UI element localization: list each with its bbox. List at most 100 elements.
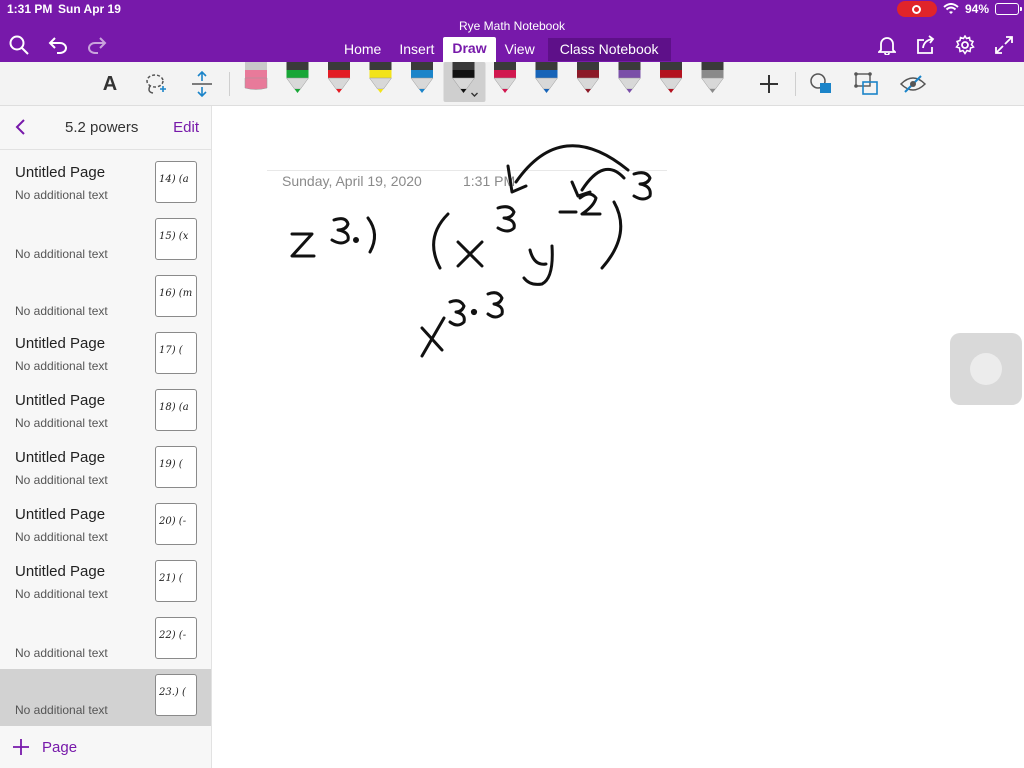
add-pen-icon[interactable] [755,62,783,106]
page-list-item[interactable]: Untitled Page No additional text 17) ( [0,327,211,384]
type-text-tool[interactable]: A [96,62,124,106]
share-icon[interactable] [915,34,937,56]
ink-exponent-3-3 [486,291,504,319]
bell-icon[interactable] [876,34,898,56]
thumbnail-text: 22) (- [159,630,187,641]
page-list-item[interactable]: No additional text 23.) ( [0,669,211,726]
pen-pen-black[interactable] [443,62,486,102]
tab-home[interactable]: Home [335,38,390,61]
gear-icon[interactable] [954,34,976,56]
pen-color-band [286,70,309,78]
ink-letter-z [290,232,316,258]
pen-nib [336,89,342,93]
page-subtitle: No additional text [15,247,108,261]
pen-highlighter-blue[interactable] [410,62,434,93]
ink-to-shape-icon[interactable] [852,62,882,106]
page-list-item[interactable]: Untitled Page No additional text 20) (- [0,498,211,555]
pen-pen-crimson[interactable] [659,62,683,93]
floating-scroll-handle[interactable] [950,333,1022,405]
pen-pencil-gray[interactable] [701,62,724,93]
ink-digit-3 [330,217,350,245]
pen-color-band [618,70,641,78]
pen-highlighter-red[interactable] [327,62,351,93]
record-icon [912,4,922,14]
back-chevron-icon[interactable] [14,118,28,141]
add-space-icon[interactable] [188,62,216,106]
tab-insert[interactable]: Insert [390,38,443,61]
page-thumbnail: 18) (a [155,389,197,431]
edit-button[interactable]: Edit [173,119,199,136]
page-thumbnail: 15) (x [155,218,197,260]
pen-tip [369,77,392,90]
pen-tip [410,77,434,90]
page-thumbnail: 22) (- [155,617,197,659]
status-time: 1:31 PM [7,2,53,16]
page-title: Untitled Page [15,164,106,181]
add-page-button[interactable]: Page [12,738,77,756]
page-title: Untitled Page [15,449,106,466]
thumbnail-text: 18) (a [159,402,189,413]
thumbnail-text: 19) ( [159,459,183,470]
wifi-icon [943,3,959,14]
pen-color-band [535,70,558,78]
pen-color-band [411,70,433,78]
status-right: 94% [896,1,1022,17]
page-list-item[interactable]: Untitled Page No additional text 21) ( [0,555,211,612]
pen-nib [626,89,633,93]
battery-percent: 94% [964,2,989,16]
redo-icon[interactable] [86,34,108,56]
toolbar-divider [229,72,230,96]
note-canvas[interactable]: Sunday, April 19, 2020 1:31 PM [212,106,1024,768]
page-list-item[interactable]: Untitled Page No additional text 18) (a [0,384,211,441]
page-thumbnail: 14) (a [155,161,197,203]
pen-nib [668,89,674,93]
page-title: Untitled Page [15,563,106,580]
page-list-item[interactable]: Untitled Page No additional text 14) (a [0,156,211,213]
page-list-item[interactable]: No additional text 15) (x [0,213,211,270]
page-list-sidebar: 5.2 powers Edit Untitled Page No addition… [0,106,212,768]
page-list-item[interactable]: Untitled Page No additional text 19) ( [0,441,211,498]
fullscreen-icon[interactable] [993,34,1015,56]
tab-class-notebook[interactable]: Class Notebook [547,38,671,61]
tab-draw[interactable]: Draw [443,37,496,62]
ink-replay-icon[interactable] [898,62,928,106]
page-thumbnail: 16) (m [155,275,197,317]
pen-color-band [328,70,350,78]
lasso-select-icon[interactable] [142,62,170,106]
thumbnail-text: 21) ( [159,573,183,584]
thumbnail-text: 15) (x [159,231,189,242]
onenote-app: 1:31 PM Sun Apr 19 94% Rye Math Notebook… [0,0,1024,768]
page-subtitle: No additional text [15,473,108,487]
page-subtitle: No additional text [15,359,108,373]
pen-nib [502,89,508,93]
handwriting-ink[interactable] [212,106,1024,768]
tab-view[interactable]: View [496,38,544,61]
ink-dot-2 [470,308,478,316]
ink-letter-x [456,240,484,268]
undo-icon[interactable] [47,34,69,56]
pen-tip [659,77,683,90]
page-list-item[interactable]: No additional text 22) (- [0,612,211,669]
pen-tip [618,77,641,90]
pen-highlighter-green[interactable] [286,62,309,93]
pen-pen-pink[interactable] [493,62,517,93]
pen-color-band [494,70,516,78]
screen-record-indicator[interactable] [896,1,937,17]
ink-exponent-3-2 [448,299,466,327]
pen-eraser[interactable] [244,62,268,90]
ink-exponent-3 [496,205,516,233]
page-subtitle: No additional text [15,530,108,544]
pen-nib [419,89,425,93]
search-icon[interactable] [8,34,30,56]
page-title: Untitled Page [15,392,106,409]
pen-pen-darkred[interactable] [576,62,600,93]
pen-gallery [244,62,724,102]
app-header: 1:31 PM Sun Apr 19 94% Rye Math Notebook… [0,0,1024,62]
shapes-icon[interactable] [806,62,836,106]
pen-tip [535,77,558,90]
section-title: 5.2 powers [65,119,139,136]
pen-highlighter-yellow[interactable] [369,62,392,93]
pen-pen-galaxy[interactable] [618,62,641,93]
pen-pen-blue[interactable] [535,62,558,93]
page-list-item[interactable]: No additional text 16) (m [0,270,211,327]
